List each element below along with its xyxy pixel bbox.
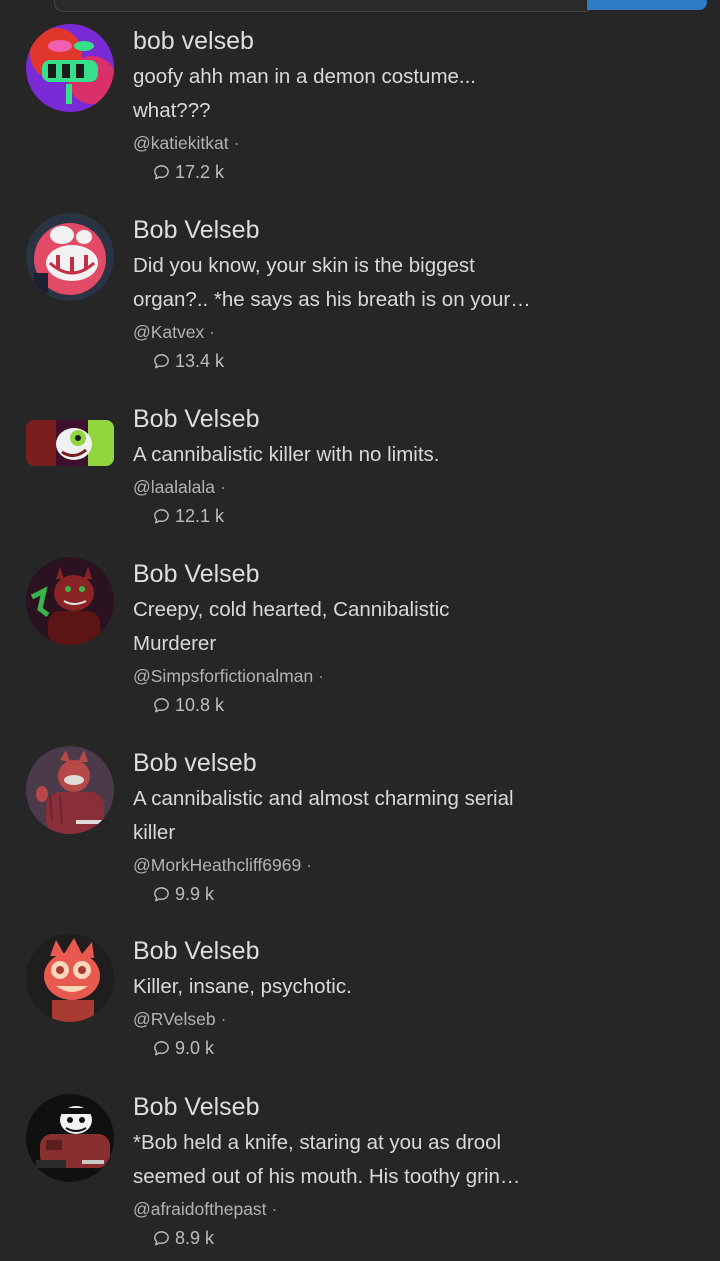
avatar-image-icon — [26, 213, 114, 301]
character-description: Did you know, your skin is the biggest o… — [133, 249, 573, 317]
chat-count: 9.0 k — [152, 1036, 573, 1060]
creator-handle[interactable]: @afraidofthepast · — [133, 1198, 573, 1220]
avatar-image-icon — [26, 934, 114, 1022]
description-line: Did you know, your skin is the biggest — [133, 254, 475, 277]
character-name: bob velseb — [133, 27, 254, 55]
search-button[interactable] — [587, 0, 707, 10]
creator-handle[interactable]: @Katvex · — [133, 321, 573, 343]
description-line: A cannibalistic and almost charming seri… — [133, 787, 514, 810]
character-description: A cannibalistic and almost charming seri… — [133, 782, 573, 850]
avatar-image-icon — [26, 24, 114, 112]
avatar[interactable] — [26, 557, 114, 645]
chat-count-value: 9.0 k — [175, 1037, 215, 1058]
character-name: Bob velseb — [133, 749, 257, 777]
character-name: Bob Velseb — [133, 560, 260, 588]
separator-dot: · — [318, 666, 325, 686]
separator-dot: · — [306, 855, 313, 875]
avatar[interactable] — [26, 24, 114, 112]
chat-count-value: 8.9 k — [175, 1227, 215, 1248]
top-bar — [0, 0, 720, 12]
description-line: Creepy, cold hearted, Cannibalistic — [133, 598, 450, 621]
description-line: goofy ahh man in a demon costume... — [133, 65, 477, 88]
creator-name: @afraidofthepast — [133, 1199, 267, 1219]
chat-count-value: 17.2 k — [175, 161, 225, 182]
creator-handle[interactable]: @MorkHeathcliff6969 · — [133, 854, 573, 876]
chat-bubble-icon — [154, 353, 169, 368]
chat-count-value: 10.8 k — [175, 694, 225, 715]
character-name: Bob Velseb — [133, 216, 260, 244]
chat-bubble-icon — [154, 508, 169, 523]
description-line: killer — [133, 821, 176, 844]
avatar-image-icon — [26, 1094, 114, 1182]
description-line: what??? — [133, 99, 211, 122]
chat-count-value: 9.9 k — [175, 883, 215, 904]
avatar-image-icon — [26, 420, 114, 466]
character-description: *Bob held a knife, staring at you as dro… — [133, 1126, 573, 1194]
creator-name: @Simpsforfictionalman — [133, 666, 314, 686]
description-line: seemed out of his mouth. His toothy grin… — [133, 1165, 521, 1188]
creator-name: @katiekitkat — [133, 133, 229, 153]
creator-name: @RVelseb — [133, 1009, 216, 1029]
chat-count-value: 12.1 k — [175, 505, 225, 526]
character-description: A cannibalistic killer with no limits. — [133, 438, 573, 472]
description-line: A cannibalistic killer with no limits. — [133, 443, 440, 466]
avatar-image-icon — [26, 746, 114, 834]
creator-handle[interactable]: @katiekitkat · — [133, 132, 573, 154]
separator-dot: · — [233, 133, 240, 153]
avatar-image-icon — [26, 557, 114, 645]
separator-dot: · — [219, 477, 226, 497]
description-line: *Bob held a knife, staring at you as dro… — [133, 1131, 502, 1154]
chat-count-value: 13.4 k — [175, 350, 225, 371]
character-description: Killer, insane, psychotic. — [133, 970, 573, 1004]
character-name: Bob Velseb — [133, 937, 260, 965]
avatar[interactable] — [26, 934, 114, 1022]
creator-name: @MorkHeathcliff6969 — [133, 855, 302, 875]
character-description: Creepy, cold hearted, Cannibalistic Murd… — [133, 593, 573, 661]
creator-handle[interactable]: @laalalala · — [133, 476, 573, 498]
chat-bubble-icon — [154, 1230, 169, 1245]
chat-bubble-icon — [154, 697, 169, 712]
search-input[interactable] — [54, 0, 594, 12]
creator-handle[interactable]: @RVelseb · — [133, 1008, 573, 1030]
creator-handle[interactable]: @Simpsforfictionalman · — [133, 665, 573, 687]
separator-dot: · — [271, 1199, 278, 1219]
description-line: organ?.. *he says as his breath is on yo… — [133, 288, 531, 311]
separator-dot: · — [209, 322, 216, 342]
description-line: Murderer — [133, 632, 217, 655]
avatar[interactable] — [26, 213, 114, 301]
creator-name: @Katvex — [133, 322, 205, 342]
chat-count: 13.4 k — [152, 349, 573, 373]
avatar[interactable] — [26, 420, 114, 466]
chat-count: 8.9 k — [152, 1226, 573, 1250]
avatar[interactable] — [26, 746, 114, 834]
character-name: Bob Velseb — [133, 1093, 260, 1121]
chat-bubble-icon — [154, 886, 169, 901]
chat-count: 12.1 k — [152, 504, 573, 528]
description-line: Killer, insane, psychotic. — [133, 975, 352, 998]
chat-count: 10.8 k — [152, 693, 573, 717]
creator-name: @laalalala — [133, 477, 215, 497]
chat-bubble-icon — [154, 1040, 169, 1055]
chat-bubble-icon — [154, 164, 169, 179]
separator-dot: · — [220, 1009, 227, 1029]
character-name: Bob Velseb — [133, 405, 260, 433]
chat-count: 17.2 k — [152, 160, 573, 184]
character-description: goofy ahh man in a demon costume... what… — [133, 60, 573, 128]
chat-count: 9.9 k — [152, 882, 573, 906]
avatar[interactable] — [26, 1094, 114, 1182]
